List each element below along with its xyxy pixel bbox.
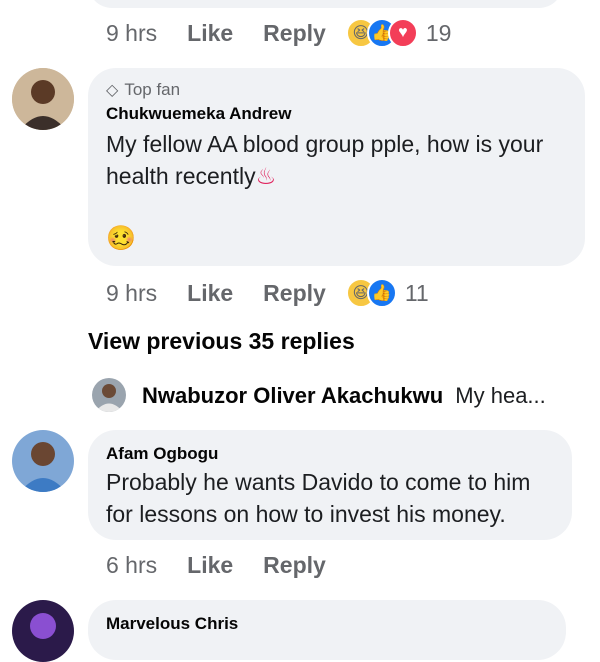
comment-bubble: ◇ Top fan Chukwuemeka Andrew My fellow A… bbox=[88, 68, 585, 266]
comment-actions-row: 6 hrs Like Reply bbox=[106, 552, 326, 579]
avatar[interactable] bbox=[92, 378, 126, 412]
reply-button[interactable]: Reply bbox=[263, 20, 326, 47]
comment-author[interactable]: Chukwuemeka Andrew bbox=[106, 104, 291, 124]
comment-bubble: Afam Ogbogu Probably he wants Davido to … bbox=[88, 430, 572, 540]
reactions-summary[interactable]: 😆 👍 11 bbox=[345, 278, 429, 308]
comment-time[interactable]: 6 hrs bbox=[106, 552, 157, 579]
reactions-summary[interactable]: 😆 👍 ♥ 19 bbox=[345, 18, 452, 48]
comment-text: Probably he wants Davido to come to him … bbox=[106, 469, 531, 527]
reply-author: Nwabuzor Oliver Akachukwu bbox=[142, 383, 444, 408]
reaction-count: 19 bbox=[425, 19, 452, 46]
hot-springs-emoji: ♨ bbox=[255, 163, 277, 189]
avatar[interactable] bbox=[12, 68, 74, 130]
comment-time[interactable]: 9 hrs bbox=[106, 280, 157, 307]
love-reaction-icon: ♥ bbox=[387, 18, 418, 48]
like-reaction-icon: 👍 bbox=[366, 278, 397, 308]
reply-button[interactable]: Reply bbox=[263, 280, 326, 307]
top-fan-badge: ◇ Top fan bbox=[106, 80, 181, 99]
comment-text: My fellow AA blood group pple, how is yo… bbox=[106, 131, 544, 189]
previous-comment-bubble bbox=[88, 0, 563, 8]
avatar[interactable] bbox=[12, 600, 74, 662]
sticker-emoji: 🥴 bbox=[106, 225, 136, 252]
diamond-icon: ◇ bbox=[106, 82, 119, 99]
reply-button[interactable]: Reply bbox=[263, 552, 326, 579]
comment-actions-row: 9 hrs Like Reply 😆 👍 11 bbox=[106, 278, 429, 308]
comment-actions-row: 9 hrs Like Reply 😆 👍 ♥ 19 bbox=[106, 18, 451, 48]
comment-bubble: Marvelous Chris bbox=[88, 600, 566, 660]
reaction-count: 11 bbox=[404, 279, 429, 306]
comment-author[interactable]: Afam Ogbogu bbox=[106, 444, 218, 464]
view-previous-replies-link[interactable]: View previous 35 replies bbox=[88, 328, 355, 355]
avatar[interactable] bbox=[12, 430, 74, 492]
reply-snippet: My hea... bbox=[455, 383, 546, 408]
comment-time[interactable]: 9 hrs bbox=[106, 20, 157, 47]
like-button[interactable]: Like bbox=[187, 552, 233, 579]
collapsed-reply[interactable]: Nwabuzor Oliver Akachukwu My hea... bbox=[142, 383, 546, 409]
like-button[interactable]: Like bbox=[187, 20, 233, 47]
comment-author[interactable]: Marvelous Chris bbox=[106, 614, 238, 634]
like-button[interactable]: Like bbox=[187, 280, 233, 307]
